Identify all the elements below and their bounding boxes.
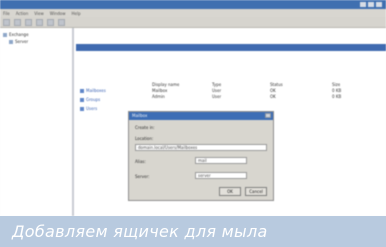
table-cell: OK bbox=[270, 88, 276, 93]
details-grid: Display name Type Status Size Mailbox Us… bbox=[152, 82, 382, 100]
close-icon[interactable] bbox=[265, 113, 271, 118]
table-row[interactable]: Admin User OK 0 KB bbox=[152, 94, 382, 100]
properties-icon[interactable] bbox=[47, 18, 54, 26]
minimize-icon[interactable] bbox=[360, 2, 366, 7]
table-cell: 0 KB bbox=[332, 94, 342, 99]
alias-label: Alias: bbox=[135, 159, 146, 164]
refresh-icon[interactable] bbox=[36, 18, 43, 26]
cancel-button[interactable]: Cancel bbox=[245, 187, 267, 196]
caption-strip: Добавляем ящичек для мыла bbox=[0, 216, 386, 247]
application-screenshot: File Action View Window Help Exchange Se… bbox=[0, 0, 386, 216]
server-label: Server: bbox=[135, 174, 150, 179]
dialog-title: Mailbox bbox=[132, 113, 148, 118]
table-cell: User bbox=[212, 88, 222, 93]
column-header[interactable]: Size bbox=[332, 82, 340, 87]
console-tree: Exchange Server bbox=[0, 28, 74, 216]
table-cell: Mailbox bbox=[152, 88, 168, 93]
menu-item-window[interactable]: Window bbox=[50, 11, 66, 16]
column-header[interactable]: Status bbox=[270, 82, 283, 87]
new-mailbox-dialog: Mailbox Create in: Location: domain.loca… bbox=[128, 111, 274, 201]
back-icon[interactable] bbox=[3, 18, 10, 26]
tree-item-root[interactable]: Exchange bbox=[3, 32, 69, 37]
menu-item-file[interactable]: File bbox=[3, 11, 10, 16]
maximize-icon[interactable] bbox=[368, 2, 374, 7]
menu-item-help[interactable]: Help bbox=[72, 11, 81, 16]
toolbar bbox=[0, 17, 386, 28]
location-label: Location: bbox=[135, 136, 154, 141]
help-icon[interactable] bbox=[58, 18, 65, 26]
table-cell: User bbox=[212, 94, 222, 99]
server-icon bbox=[9, 39, 13, 44]
close-icon[interactable] bbox=[376, 2, 382, 7]
forward-icon[interactable] bbox=[14, 18, 21, 26]
group-icon bbox=[80, 97, 84, 102]
up-icon[interactable] bbox=[25, 18, 32, 26]
folder-icon bbox=[3, 32, 7, 37]
create-in-label: Create in: bbox=[135, 125, 155, 130]
tree-item-child[interactable]: Server bbox=[3, 39, 69, 44]
panel-header-bar bbox=[76, 44, 386, 51]
dialog-titlebar: Mailbox bbox=[129, 112, 273, 120]
menu-bar: File Action View Window Help bbox=[0, 9, 386, 17]
location-field[interactable]: domain.local/Users/Mailboxes bbox=[135, 144, 267, 151]
menu-item-view[interactable]: View bbox=[34, 11, 44, 16]
column-header[interactable]: Type bbox=[212, 82, 221, 87]
user-icon bbox=[80, 106, 84, 111]
table-cell: Admin bbox=[152, 94, 165, 99]
task-link[interactable]: Mailboxes bbox=[80, 88, 150, 93]
menu-item-action[interactable]: Action bbox=[16, 11, 29, 16]
table-cell: OK bbox=[270, 94, 276, 99]
task-link[interactable]: Groups bbox=[80, 97, 150, 102]
table-cell: 0 KB bbox=[332, 88, 342, 93]
mailbox-icon bbox=[80, 88, 84, 93]
window-titlebar bbox=[0, 0, 386, 9]
server-input[interactable]: server bbox=[195, 172, 247, 179]
ok-button[interactable]: OK bbox=[219, 187, 241, 196]
column-header[interactable]: Display name bbox=[152, 82, 179, 87]
alias-input[interactable]: mail bbox=[195, 157, 247, 164]
caption-text: Добавляем ящичек для мыла bbox=[12, 222, 268, 241]
